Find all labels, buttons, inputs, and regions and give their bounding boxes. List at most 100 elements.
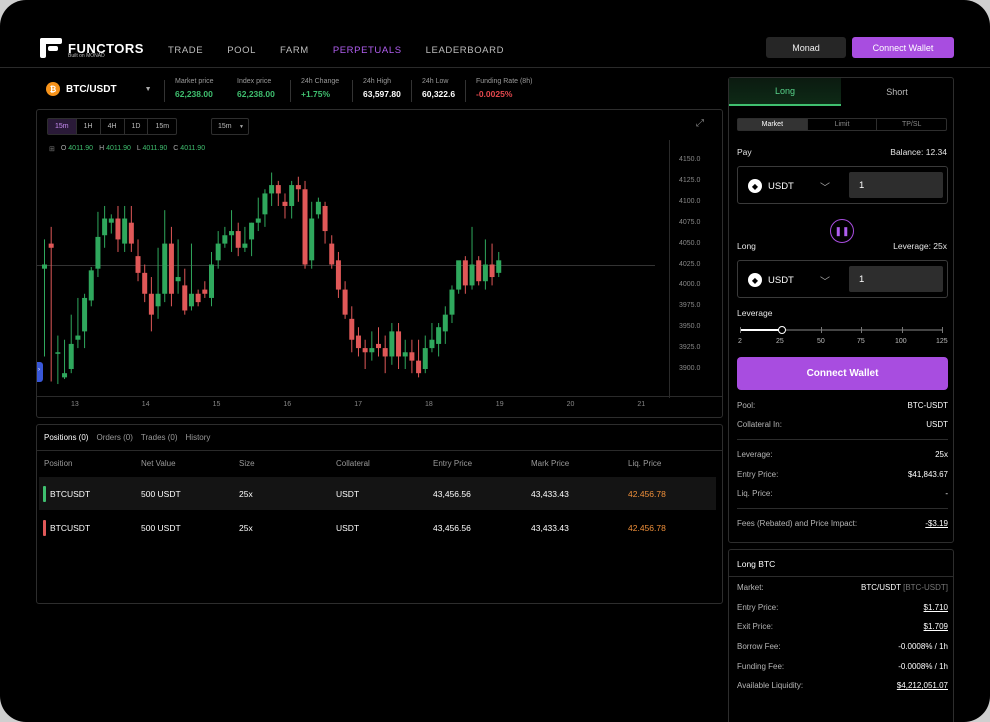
cell-position: BTCUSDT [50,489,91,499]
candle [68,314,74,374]
nav-pool[interactable]: POOL [227,45,256,56]
candle [102,205,108,248]
leverage-title: Leverage [737,308,773,318]
candle-body [42,264,47,269]
tab-trades[interactable]: Trades (0) [141,433,178,442]
long-label: Long [737,241,756,251]
y-axis-line [669,140,670,398]
info-value[interactable]: $1.709 [924,622,948,631]
candle [429,323,435,353]
nav-leaderboard[interactable]: LEADERBOARD [426,45,504,56]
pay-amount-input[interactable]: 1 [849,172,943,198]
functors-logo-icon [40,38,62,58]
stat-value: -0.0025% [476,89,513,99]
candle [282,193,288,219]
tab-orders[interactable]: Orders (0) [96,433,132,442]
candle-body [155,293,161,307]
candle [409,339,415,374]
chevron-down-icon: ﹀ [820,183,830,194]
candle [382,335,388,374]
x-tick-label: 21 [637,401,646,408]
tab-positions[interactable]: Positions (0) [44,433,88,442]
y-tick-label: 4075.0 [679,218,701,226]
usdt-icon: ◆ [748,273,762,287]
candle [289,180,295,219]
candle-body [122,218,128,244]
brand-logo[interactable]: FUNCTORS Built on MONAD [40,38,144,59]
detail-value[interactable]: -$3.19 [925,519,948,528]
info-value[interactable]: $1.710 [924,603,948,612]
candle [55,335,61,385]
tab-short[interactable]: Short [841,78,953,106]
candle [168,226,174,307]
stat-label: 24h Low [422,78,449,85]
price-chart[interactable]: 15m 1H 4H 1D 15m 15m ▼ ⤢ ⊞ O 4011.90 H 4… [36,109,723,418]
candle-body [496,260,502,273]
connect-wallet-main-button[interactable]: Connect Wallet [737,357,948,390]
candle-body [335,260,341,290]
cell-entry-price: 43,456.56 [433,489,471,499]
candle-body [382,348,388,357]
balance-label: Balance: 12.34 [890,147,947,157]
network-button[interactable]: Monad [766,37,846,58]
tab-long[interactable]: Long [729,78,841,106]
order-type-tpsl[interactable]: TP/SL [877,119,946,130]
stat-funding-rate: Funding Rate (8h) -0.0025% [476,78,532,99]
slider-knob[interactable] [778,326,786,334]
slider-tick [861,327,862,333]
pair-selector[interactable]: ₿ BTC/USDT ▼ [46,82,152,96]
nav-farm[interactable]: FARM [280,45,309,56]
candle [462,256,468,294]
detail-value: 25x [935,450,948,459]
leverage-slider[interactable] [740,326,943,334]
stat-index-price: Index price 62,238.00 [237,78,275,99]
trade-panel: Long Short Market Limit TP/SL Pay Balanc… [728,77,954,543]
candle-body [182,285,188,311]
y-tick-label: 3950.0 [679,323,701,331]
candle [369,331,375,361]
nav-trade[interactable]: TRADE [168,45,203,56]
y-tick-label: 4025.0 [679,260,701,268]
candle [115,205,121,252]
table-row[interactable]: BTCUSDT 500 USDT 25x USDT 43,456.56 43,4… [39,477,716,510]
table-row[interactable]: BTCUSDT 500 USDT 25x USDT 43,456.56 43,4… [39,511,716,544]
x-tick-label: 15 [212,401,221,408]
info-key: Funding Fee: [737,662,785,671]
col-liq-price: Liq. Price [628,459,662,468]
order-type-market[interactable]: Market [738,119,808,130]
candle [416,339,422,378]
leverage-readout: Leverage: 25x [893,241,947,251]
candle [436,323,442,357]
side-toggle-handle[interactable]: › [37,362,43,382]
col-position: Position [44,459,73,468]
expand-icon[interactable]: ⤢ [696,118,704,129]
info-value[interactable]: $4,212,051.07 [897,681,948,690]
candle-body [115,218,121,240]
candle [355,327,361,357]
candle-body [302,189,308,265]
col-collateral: Collateral [336,459,370,468]
candle-body [476,260,482,282]
nav-perpetuals[interactable]: PERPETUALS [333,45,402,56]
slider-mark: 125 [936,338,948,345]
pay-token-select[interactable]: ◆ USDT [748,179,794,193]
candle [82,293,88,349]
slider-tick [740,327,741,333]
tab-history[interactable]: History [186,433,211,442]
candle-body [442,314,448,332]
detail-key: Liq. Price: [737,489,773,498]
candle [449,285,455,324]
stat-value: 62,238.00 [175,89,213,99]
divider [352,80,353,102]
candle [229,210,235,252]
candle-body [416,360,422,374]
candle-body [168,243,174,294]
pause-icon[interactable]: ❚❚ [830,219,854,243]
connect-wallet-button[interactable]: Connect Wallet [852,37,954,58]
candle [249,222,255,257]
slider-tick [821,327,822,333]
long-token-select[interactable]: ◆ USDT [748,273,794,287]
token-symbol: USDT [768,274,794,286]
order-type-limit[interactable]: Limit [808,119,878,130]
long-amount-input[interactable]: 1 [849,266,943,292]
